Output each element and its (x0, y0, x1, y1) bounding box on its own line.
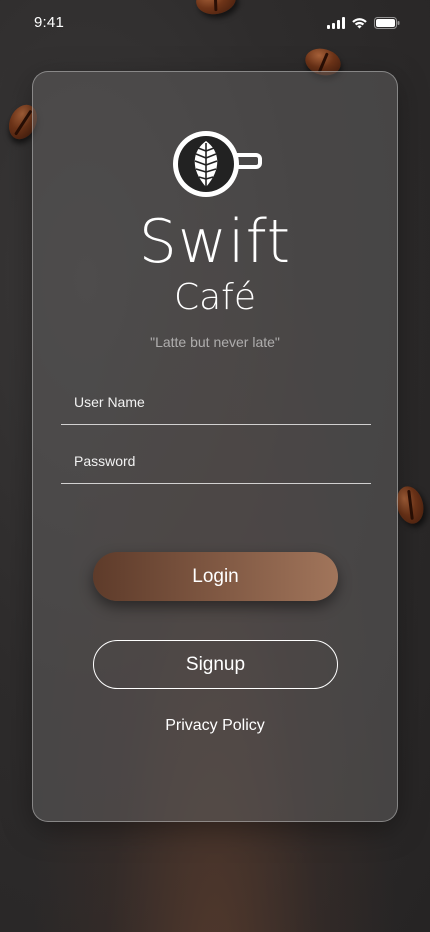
username-field-wrapper (61, 380, 371, 425)
latte-art-cup-icon (170, 129, 262, 201)
login-card: Swift Café "Latte but never late" Login … (32, 71, 398, 822)
username-input[interactable] (61, 380, 371, 424)
battery-icon (374, 16, 400, 34)
tagline: "Latte but never late" (150, 334, 280, 350)
password-input[interactable] (61, 439, 371, 483)
login-button[interactable]: Login (93, 552, 338, 601)
privacy-policy-link[interactable]: Privacy Policy (33, 717, 397, 735)
cellular-signal-icon (327, 16, 345, 34)
password-field-wrapper (61, 439, 371, 484)
status-time: 9:41 (34, 14, 64, 31)
brand-title: Swift (138, 207, 292, 277)
signup-button[interactable]: Signup (93, 640, 338, 689)
wifi-icon (351, 16, 368, 34)
status-bar: 9:41 (0, 0, 430, 44)
brand-subtitle: Café (173, 277, 257, 318)
